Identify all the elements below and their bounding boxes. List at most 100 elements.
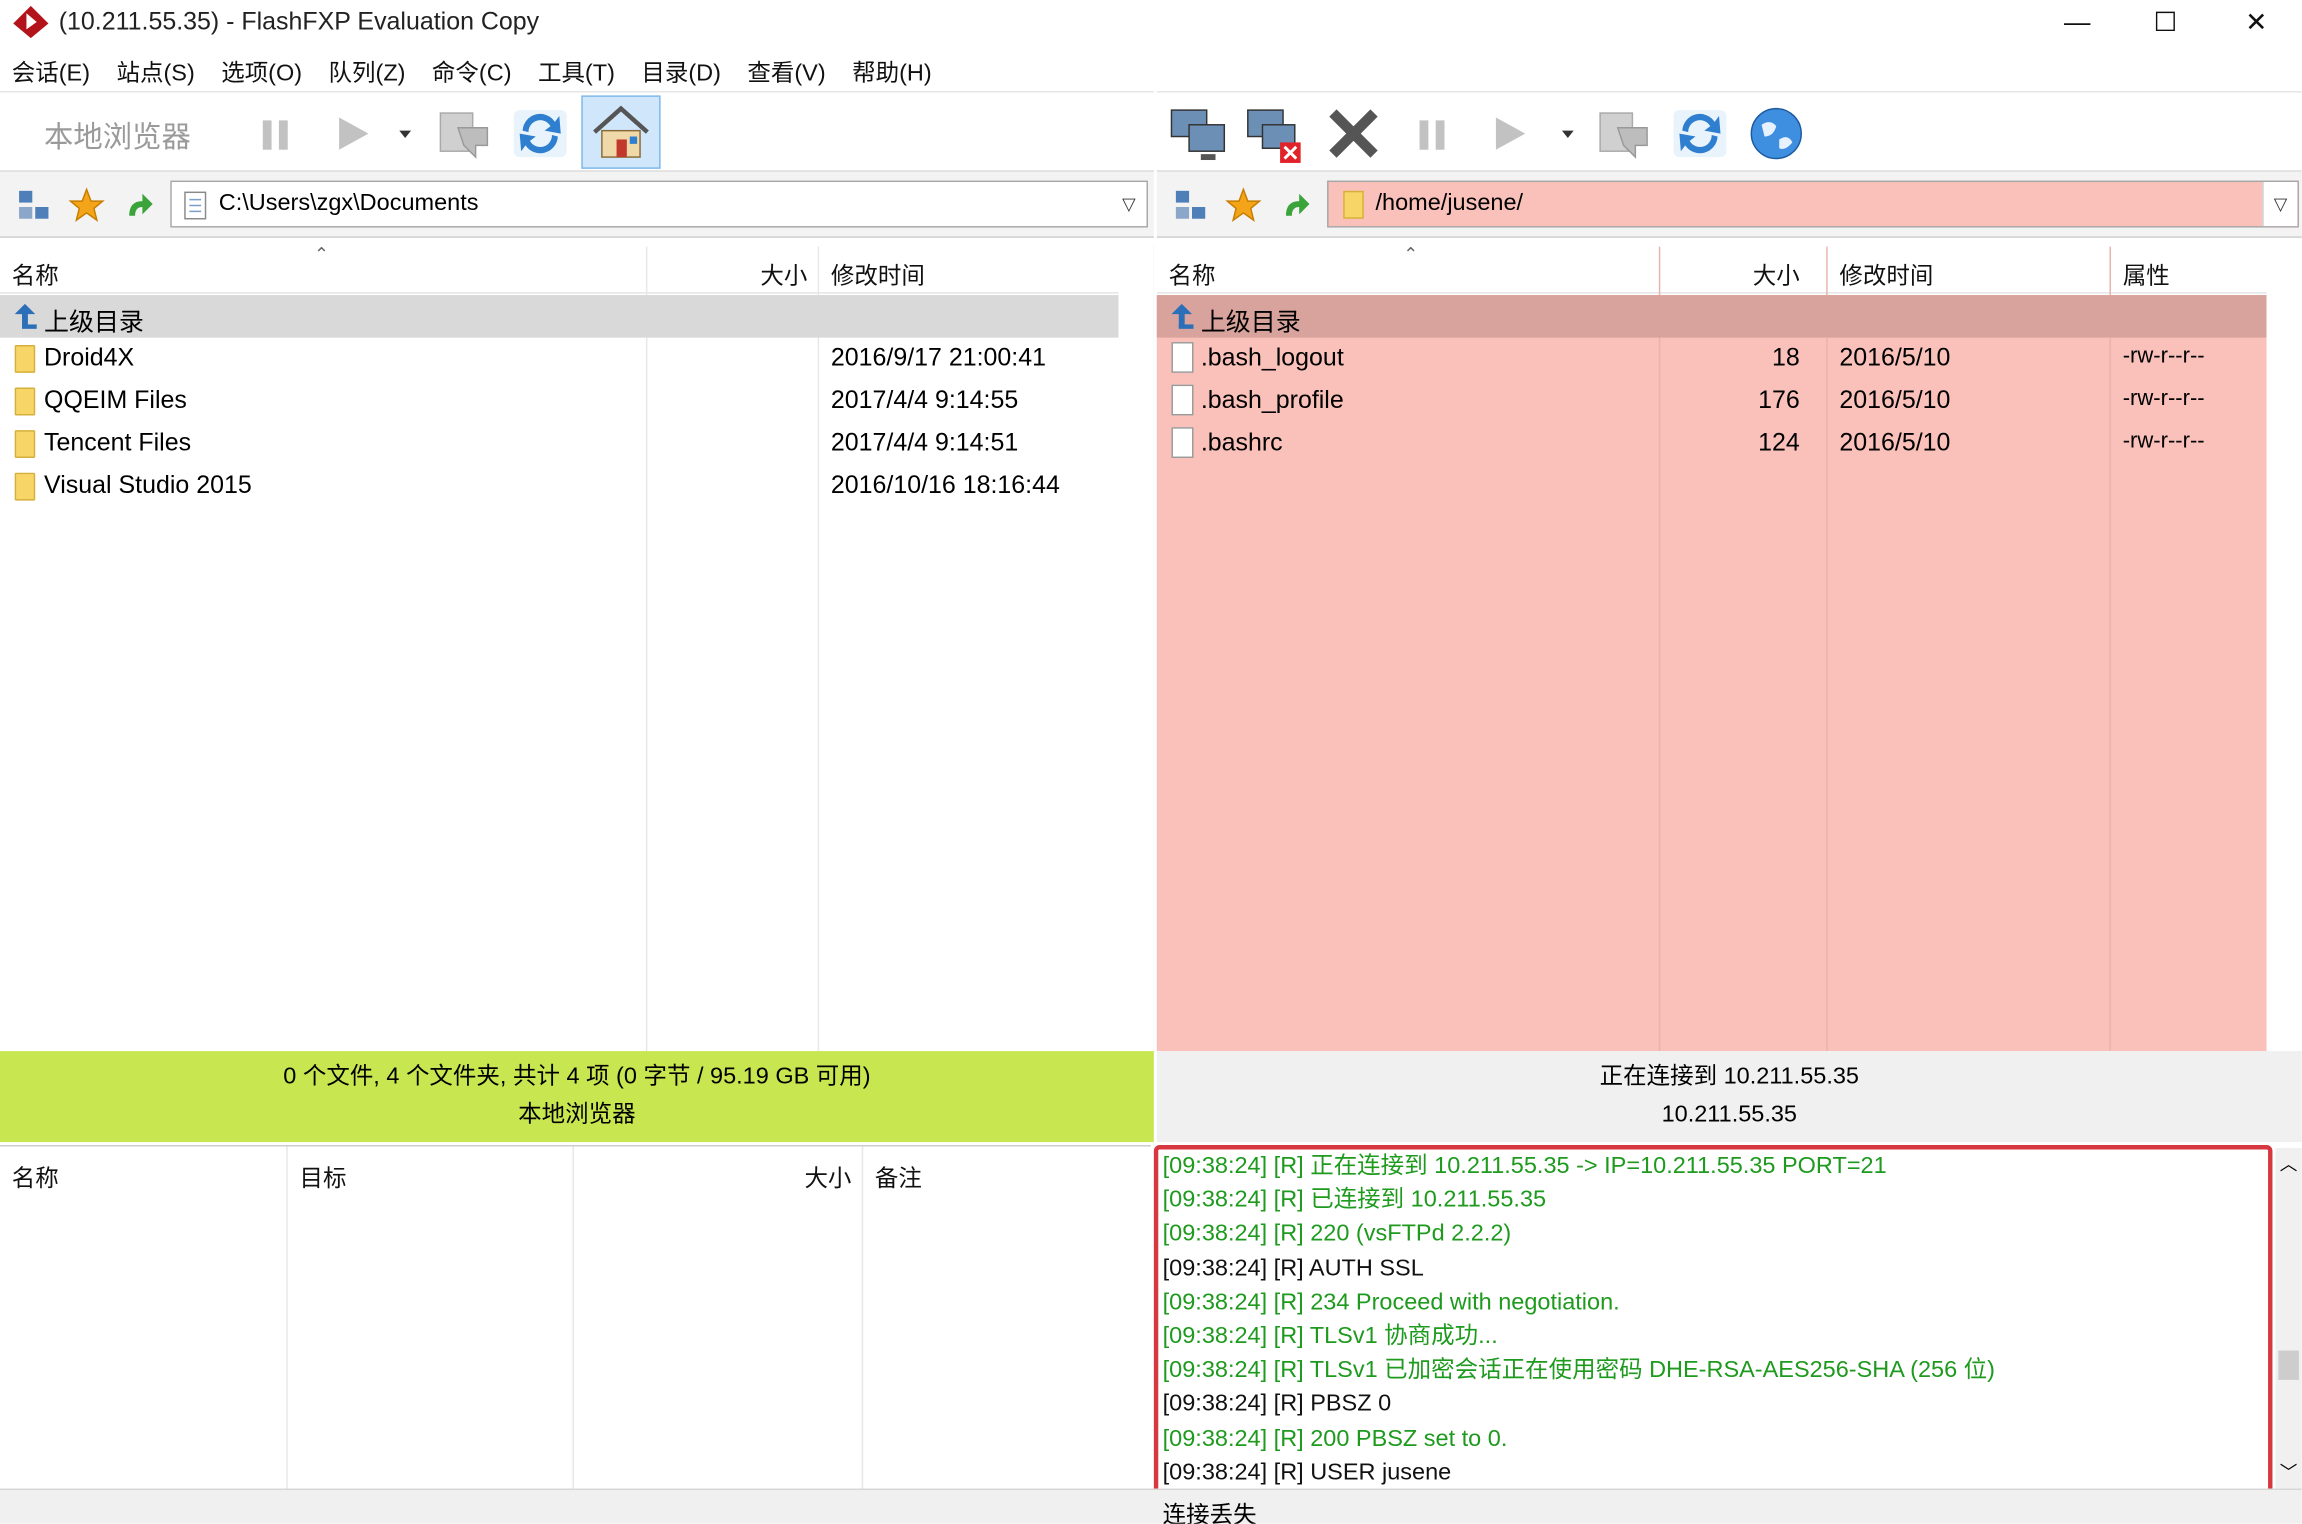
col-modified[interactable]: 修改时间: [831, 255, 925, 290]
file-modified: 2016/5/10: [1839, 428, 1951, 457]
file-attributes: -rw-r--r--: [2122, 428, 2205, 454]
folder-icon: [14, 472, 36, 501]
file-attributes: -rw-r--r--: [2122, 386, 2205, 412]
menu-bar: 会话(E) 站点(S) 选项(O) 队列(Z) 命令(C) 工具(T) 目录(D…: [0, 50, 2302, 91]
col-size[interactable]: 大小: [734, 255, 807, 290]
folder-icon: [14, 387, 36, 416]
menu-queue[interactable]: 队列(Z): [329, 53, 406, 88]
chevron-down-icon[interactable]: ▽: [1111, 182, 1146, 226]
col-name[interactable]: 名称: [12, 255, 59, 290]
table-row[interactable]: Visual Studio 2015 2016/10/16 18:16:44: [0, 465, 1119, 508]
log-line: [09:38:24] [R] TLSv1 已加密会话正在使用密码 DHE-RSA…: [1162, 1358, 1996, 1384]
refresh-icon[interactable]: [1668, 101, 1733, 166]
play-icon[interactable]: [1477, 101, 1542, 166]
queue-col-target[interactable]: 目标: [299, 1158, 346, 1193]
menu-help[interactable]: 帮助(H): [852, 53, 932, 88]
refresh-icon[interactable]: [508, 101, 573, 166]
table-row[interactable]: .bashrc 124 2016/5/10 -rw-r--r--: [1157, 423, 2267, 466]
transfer-queue: 名称 目标 大小 备注: [0, 1145, 1151, 1491]
file-size: 124: [1758, 428, 1800, 457]
site-tree-icon[interactable]: [15, 186, 53, 224]
document-icon: [184, 191, 207, 220]
log-line: [09:38:24] [R] 已连接到 10.211.55.35: [1162, 1187, 1547, 1213]
parent-dir-icon[interactable]: [120, 186, 158, 224]
log-line: [09:38:24] [R] 正在连接到 10.211.55.35 -> IP=…: [1162, 1153, 1887, 1179]
file-name: Droid4X: [44, 343, 135, 372]
menu-view[interactable]: 查看(V): [747, 53, 825, 88]
menu-directory[interactable]: 目录(D): [641, 53, 721, 88]
transfer-icon[interactable]: [1591, 101, 1656, 166]
file-name: .bash_logout: [1200, 343, 1344, 372]
local-browser-label[interactable]: 本地浏览器: [44, 113, 191, 156]
connect-icon[interactable]: [1166, 101, 1231, 166]
remote-list-header: 名称 ⌃ 大小 修改时间 属性: [1156, 244, 2267, 294]
chevron-down-icon[interactable]: [1547, 101, 1588, 166]
queue-col-size[interactable]: 大小: [778, 1158, 851, 1193]
local-path-combo[interactable]: C:\Users\zgx\Documents ▽: [170, 180, 1148, 228]
menu-options[interactable]: 选项(O): [221, 53, 302, 88]
status-bar: 连接丢失: [0, 1488, 2302, 1524]
local-path-value: C:\Users\zgx\Documents: [218, 190, 479, 216]
queue-col-name[interactable]: 名称: [12, 1158, 59, 1193]
file-size: 176: [1758, 386, 1800, 414]
remote-toolbar: [1156, 91, 2302, 168]
col-modified[interactable]: 修改时间: [1839, 255, 1933, 290]
table-row[interactable]: QQEIM Files 2017/4/4 9:14:55: [0, 380, 1119, 423]
globe-icon[interactable]: [1744, 101, 1809, 166]
local-list-header: 名称 ⌃ 大小 修改时间: [0, 244, 1119, 294]
minimize-button[interactable]: —: [2032, 0, 2123, 44]
table-row[interactable]: Droid4X 2016/9/17 21:00:41: [0, 338, 1119, 381]
remote-status-message: 正在连接到 10.211.55.35: [1599, 1064, 1859, 1090]
pause-icon[interactable]: [244, 101, 309, 166]
scrollbar[interactable]: [1118, 246, 1154, 1052]
menu-session[interactable]: 会话(E): [12, 53, 90, 88]
scroll-up-icon[interactable]: ︿: [2280, 1151, 2298, 1176]
up-arrow-icon: [1171, 303, 1194, 329]
log-scrollbar[interactable]: ︿ ﹀: [2275, 1147, 2302, 1489]
menu-commands[interactable]: 命令(C): [432, 53, 512, 88]
file-name: .bash_profile: [1200, 386, 1344, 414]
site-tree-icon[interactable]: [1171, 186, 1209, 224]
table-row[interactable]: .bash_profile 176 2016/5/10 -rw-r--r--: [1157, 380, 2267, 423]
col-attributes[interactable]: 属性: [2123, 255, 2170, 290]
transfer-icon[interactable]: [432, 101, 497, 166]
play-icon[interactable]: [320, 101, 385, 166]
parent-dir-icon[interactable]: [1277, 186, 1315, 224]
file-name: Visual Studio 2015: [44, 471, 252, 500]
remote-path-combo[interactable]: /home/jusene/ ▽: [1327, 180, 2299, 228]
table-row[interactable]: Tencent Files 2017/4/4 9:14:51: [0, 423, 1119, 466]
disconnect-icon[interactable]: [1242, 101, 1307, 166]
maximize-button[interactable]: ☐: [2120, 0, 2211, 44]
file-icon: [1171, 427, 1194, 459]
abort-icon[interactable]: [1321, 101, 1386, 166]
scroll-down-icon[interactable]: ﹀: [2280, 1459, 2298, 1484]
queue-col-note[interactable]: 备注: [875, 1158, 922, 1193]
remote-status-host: 10.211.55.35: [1661, 1102, 1797, 1128]
bottom-status-text: 连接丢失: [1162, 1503, 1257, 1524]
favorites-star-icon[interactable]: [68, 186, 106, 224]
log-line: [09:38:24] [R] 220 (vsFTPd 2.2.2): [1162, 1221, 1512, 1247]
menu-tools[interactable]: 工具(T): [538, 53, 615, 88]
home-button[interactable]: [581, 95, 661, 169]
menu-sites[interactable]: 站点(S): [116, 53, 194, 88]
log-line: [09:38:24] [R] USER jusene: [1162, 1460, 1452, 1486]
pause-icon[interactable]: [1400, 101, 1465, 166]
scroll-thumb[interactable]: [2278, 1350, 2299, 1380]
col-size[interactable]: 大小: [1729, 255, 1800, 290]
close-button[interactable]: ✕: [2211, 0, 2302, 44]
chevron-down-icon[interactable]: [385, 101, 426, 166]
log-line: [09:38:24] [R] AUTH SSL: [1162, 1255, 1424, 1281]
scrollbar[interactable]: [2266, 246, 2302, 1052]
parent-dir-label: 上级目录: [1200, 308, 1301, 337]
table-row[interactable]: .bash_logout 18 2016/5/10 -rw-r--r--: [1157, 338, 2267, 381]
chevron-down-icon[interactable]: ▽: [2262, 182, 2298, 227]
file-modified: 2016/5/10: [1839, 386, 1951, 414]
log-line: [09:38:24] [R] TLSv1 协商成功...: [1162, 1324, 1498, 1350]
home-icon: [593, 105, 649, 158]
list-item-parent[interactable]: 上级目录: [1156, 295, 2267, 338]
remote-path-value: /home/jusene/: [1375, 190, 1524, 216]
file-modified: 2016/9/17 21:00:41: [830, 343, 1046, 372]
list-item-parent[interactable]: 上级目录: [0, 295, 1119, 338]
favorites-star-icon[interactable]: [1224, 186, 1262, 224]
col-name[interactable]: 名称: [1169, 255, 1216, 290]
